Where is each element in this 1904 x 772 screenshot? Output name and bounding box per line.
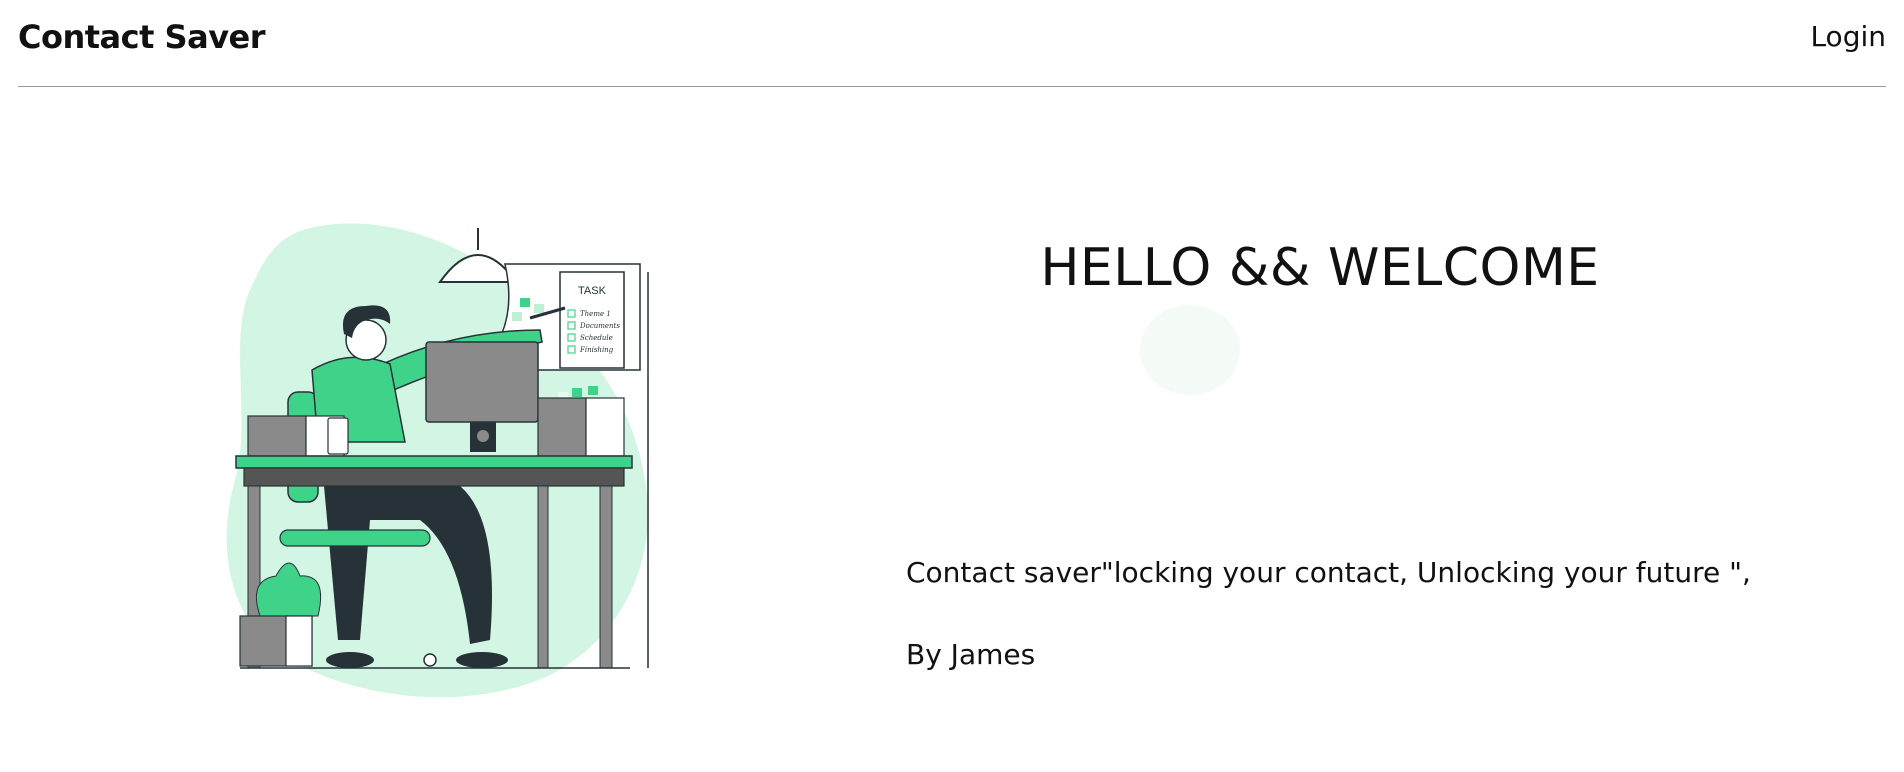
desk-top — [235, 455, 633, 469]
task-item-2: Documents — [579, 322, 620, 330]
person-at-desk-illustration: TASK Theme 1 Documents Schedule Finishin… — [226, 223, 649, 698]
task-item-4: Finishing — [579, 346, 614, 354]
task-note: TASK Theme 1 Documents Schedule Finishin… — [559, 271, 625, 369]
login-link[interactable]: Login — [1810, 20, 1886, 53]
hero-tagline: Contact saver"locking your contact, Unlo… — [906, 556, 1751, 589]
hero-glow-decoration — [1140, 305, 1240, 395]
hero-title: HELLO && WELCOME — [1040, 238, 1600, 298]
monitor — [425, 341, 539, 423]
brand-logo-text[interactable]: Contact Saver — [18, 18, 266, 56]
hero-byline: By James — [906, 638, 1036, 671]
navbar: Contact Saver Login — [18, 0, 1886, 87]
hero-illustration: TASK Theme 1 Documents Schedule Finishin… — [220, 220, 720, 700]
task-note-title: TASK — [578, 285, 607, 297]
task-item-1: Theme 1 — [580, 310, 611, 318]
task-item-3: Schedule — [580, 334, 613, 342]
